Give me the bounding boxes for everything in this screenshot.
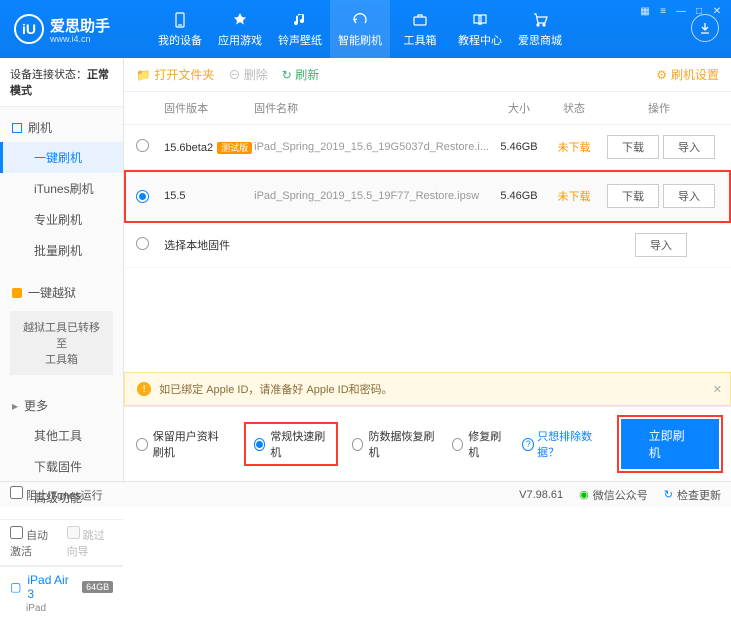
wechat-icon: ◉ [579, 488, 589, 501]
firmware-row[interactable]: 15.6beta2测试版 iPad_Spring_2019_15.6_19G50… [124, 125, 731, 170]
sidebar-head-flash[interactable]: 刷机 [0, 113, 123, 142]
radio-button[interactable] [136, 438, 148, 451]
app-logo: iU 爱思助手 www.i4.cn [0, 0, 150, 58]
firmware-row-selected[interactable]: 15.5 iPad_Spring_2019_15.5_19F77_Restore… [124, 170, 731, 223]
book-icon [471, 11, 489, 29]
square-icon [12, 123, 22, 133]
help-icon: ? [522, 438, 534, 451]
device-info[interactable]: ▢iPad Air 364GB iPad [0, 566, 123, 620]
radio-button[interactable] [136, 139, 149, 152]
flash-icon [351, 11, 369, 29]
refresh-button[interactable]: ↻ 刷新 [282, 66, 319, 83]
nav-apps[interactable]: 应用游戏 [210, 0, 270, 58]
music-icon [291, 11, 309, 29]
skip-guide-check[interactable]: 跳过向导 [67, 526, 114, 559]
sidebar-item-other[interactable]: 其他工具 [0, 420, 123, 451]
auto-activate-check[interactable]: 自动激活 [10, 526, 57, 559]
nav-ringtone[interactable]: 铃声壁纸 [270, 0, 330, 58]
delete-button[interactable]: ⊖ 删除 [228, 66, 267, 83]
radio-button[interactable] [136, 190, 149, 203]
check-update-link[interactable]: ↻检查更新 [664, 487, 721, 503]
open-folder-button[interactable]: 📁 打开文件夹 [136, 66, 214, 83]
app-url: www.i4.cn [50, 34, 110, 44]
nav-flash[interactable]: 智能刷机 [330, 0, 390, 58]
beta-badge: 测试版 [217, 142, 252, 154]
update-icon: ↻ [664, 488, 673, 501]
sidebar-item-pro[interactable]: 专业刷机 [0, 204, 123, 235]
mode-normal[interactable]: 常规快速刷机 [246, 424, 336, 464]
import-button[interactable]: 导入 [663, 184, 715, 208]
import-button[interactable]: 导入 [635, 233, 687, 257]
apps-icon [231, 11, 249, 29]
close-icon[interactable]: ✕ [709, 4, 725, 18]
logo-icon: iU [14, 14, 44, 44]
menu-icon[interactable]: ≡ [655, 4, 671, 18]
sidebar-item-itunes[interactable]: iTunes刷机 [0, 173, 123, 204]
jailbreak-info: 越狱工具已转移至 工具箱 [10, 311, 113, 375]
radio-button[interactable] [136, 237, 149, 250]
warning-bar: ! 如已绑定 Apple ID，请准备好 Apple ID和密码。 ✕ [124, 372, 731, 406]
app-name: 爱思助手 [50, 15, 110, 36]
maximize-icon[interactable]: □ [691, 4, 707, 18]
mode-recover[interactable]: 防数据恢复刷机 [352, 428, 436, 460]
mode-repair[interactable]: 修复刷机 [452, 428, 507, 460]
close-warning-icon[interactable]: ✕ [713, 383, 722, 396]
cart-icon [531, 11, 549, 29]
sidebar-item-dlfirmware[interactable]: 下载固件 [0, 451, 123, 482]
gear-icon: ⚙ [656, 68, 667, 82]
nav-toolbox[interactable]: 工具箱 [390, 0, 450, 58]
connection-status: 设备连接状态：正常模式 [0, 58, 123, 107]
nav-device[interactable]: 我的设备 [150, 0, 210, 58]
radio-button[interactable] [254, 438, 266, 451]
version-label: V7.98.61 [519, 489, 563, 501]
nav-tutorial[interactable]: 教程中心 [450, 0, 510, 58]
download-button[interactable]: 下载 [607, 135, 659, 159]
device-icon [171, 11, 189, 29]
local-firmware-row[interactable]: 选择本地固件 导入 [124, 223, 731, 268]
ipad-icon: ▢ [10, 580, 21, 594]
sidebar-head-more[interactable]: ▸更多 [0, 391, 123, 420]
flash-now-button[interactable]: 立即刷机 [621, 419, 719, 469]
block-itunes-check[interactable]: 阻止iTunes运行 [10, 486, 103, 503]
import-button[interactable]: 导入 [663, 135, 715, 159]
download-button[interactable]: 下载 [607, 184, 659, 208]
sidebar-item-oneclick[interactable]: 一键刷机 [0, 142, 123, 173]
wechat-link[interactable]: ◉微信公众号 [579, 487, 648, 503]
sidebar-head-jailbreak[interactable]: 一键越狱 [0, 278, 123, 307]
sidebar-item-batch[interactable]: 批量刷机 [0, 235, 123, 266]
minimize-icon[interactable]: — [673, 4, 689, 18]
radio-button[interactable] [352, 438, 364, 451]
table-header: 固件版本 固件名称 大小 状态 操作 [124, 92, 731, 125]
mode-keep[interactable]: 保留用户资料刷机 [136, 428, 230, 460]
flash-settings-button[interactable]: ⚙刷机设置 [656, 66, 719, 83]
download-button[interactable] [691, 14, 719, 42]
nav-store[interactable]: 爱思商城 [510, 0, 570, 58]
lock-icon [12, 288, 22, 298]
toolbox-icon [411, 11, 429, 29]
help-link[interactable]: ?只想排除数据？ [522, 428, 604, 460]
grid-icon[interactable]: ▦ [637, 4, 653, 18]
radio-button[interactable] [452, 438, 464, 451]
warning-icon: ! [137, 382, 151, 396]
